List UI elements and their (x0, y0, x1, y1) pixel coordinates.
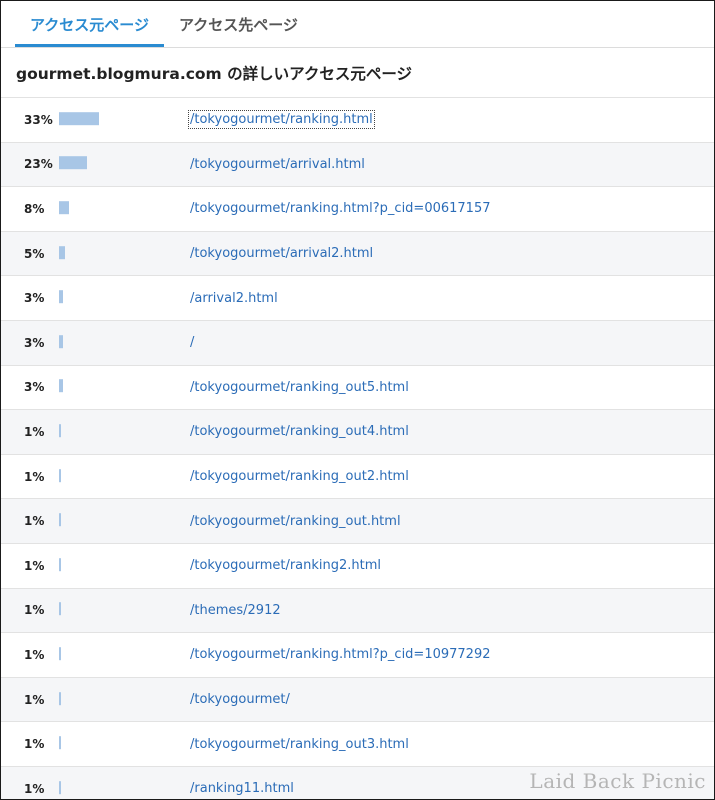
share-bar (59, 736, 61, 750)
share-bar (59, 245, 65, 259)
table-row: 1% /tokyogourmet/ranking.html?p_cid=10977… (1, 633, 714, 678)
referrer-path-link[interactable]: /tokyogourmet/ranking_out4.html (190, 424, 409, 439)
share-bar (59, 780, 61, 794)
referrer-path-link[interactable]: /tokyogourmet/ranking.html?p_cid=0061715… (190, 201, 491, 216)
share-bar (59, 334, 63, 348)
referrer-path-link[interactable]: /themes/2912 (190, 603, 281, 618)
referrer-path-link[interactable]: /tokyogourmet/arrival2.html (190, 246, 373, 261)
referrer-path-link[interactable]: /ranking11.html (190, 781, 294, 796)
table-row: 5% /tokyogourmet/arrival2.html (1, 231, 714, 277)
referrer-path-link[interactable]: / (190, 335, 194, 350)
table-row: 1% /tokyogourmet/ranking_out.html (1, 499, 714, 544)
share-bar (59, 602, 61, 616)
table-row: 3% /tokyogourmet/ranking_out5.html (1, 366, 714, 411)
share-bar (59, 201, 69, 215)
percent-label: 1% (24, 558, 45, 573)
referrer-path-link[interactable]: /arrival2.html (190, 291, 278, 306)
table-row: 8% /tokyogourmet/ranking.html?p_cid=00617… (1, 187, 714, 232)
tab-destination-pages[interactable]: アクセス先ページ (164, 1, 313, 47)
table-row: 1% /tokyogourmet/ranking2.html (1, 544, 714, 589)
section-title: gourmet.blogmura.com の詳しいアクセス元ページ (1, 48, 714, 98)
share-bar (59, 557, 61, 571)
referrer-panel: アクセス元ページ アクセス先ページ gourmet.blogmura.com の… (0, 0, 715, 800)
referrer-path-link[interactable]: /tokyogourmet/ (190, 692, 290, 707)
share-bar (59, 691, 61, 705)
table-row: 1% /tokyogourmet/ranking_out2.html (1, 455, 714, 500)
referrer-path-link[interactable]: /tokyogourmet/ranking_out2.html (190, 469, 409, 484)
table-row: 3% / (1, 320, 714, 366)
referrer-path-link[interactable]: /tokyogourmet/ranking.html (188, 110, 375, 130)
percent-label: 3% (24, 380, 45, 395)
share-bar (59, 156, 87, 170)
share-bar (59, 424, 61, 438)
percent-label: 1% (24, 781, 45, 796)
percent-label: 5% (24, 246, 45, 261)
percent-label: 1% (24, 692, 45, 707)
percent-label: 8% (24, 201, 45, 216)
percent-label: 3% (24, 291, 45, 306)
table-row: 3% /arrival2.html (1, 276, 714, 321)
share-bar (59, 468, 61, 482)
percent-label: 1% (24, 424, 45, 439)
table-row: 1% /tokyogourmet/ranking_out4.html (1, 410, 714, 455)
referrer-path-link[interactable]: /tokyogourmet/arrival.html (190, 157, 365, 172)
percent-label: 1% (24, 647, 45, 662)
referrer-path-link[interactable]: /tokyogourmet/ranking_out3.html (190, 737, 409, 752)
table-row: 1% /tokyogourmet/ranking_out3.html (1, 722, 714, 767)
percent-label: 1% (24, 737, 45, 752)
referrer-list: 33% /tokyogourmet/ranking.html 23% /tokyogo… (1, 98, 714, 799)
watermark: Laid Back Picnic (529, 769, 706, 793)
table-row: 1% /tokyogourmet/ (1, 677, 714, 723)
percent-label: 23% (24, 157, 53, 172)
percent-label: 33% (24, 112, 53, 127)
tab-referrer-pages[interactable]: アクセス元ページ (15, 1, 164, 47)
percent-label: 1% (24, 603, 45, 618)
table-row: 33% /tokyogourmet/ranking.html (1, 98, 714, 143)
percent-label: 1% (24, 469, 45, 484)
referrer-path-link[interactable]: /tokyogourmet/ranking.html?p_cid=1097729… (190, 647, 491, 662)
share-bar (59, 647, 61, 661)
percent-label: 1% (24, 514, 45, 529)
share-bar (59, 111, 99, 125)
table-row: 23% /tokyogourmet/arrival.html (1, 142, 714, 188)
tab-bar: アクセス元ページ アクセス先ページ (1, 1, 714, 48)
referrer-path-link[interactable]: /tokyogourmet/ranking_out5.html (190, 380, 409, 395)
share-bar (59, 290, 63, 304)
referrer-path-link[interactable]: /tokyogourmet/ranking2.html (190, 558, 381, 573)
share-bar (59, 513, 61, 527)
table-row: 1% /themes/2912 (1, 588, 714, 634)
referrer-path-link[interactable]: /tokyogourmet/ranking_out.html (190, 514, 401, 529)
share-bar (59, 379, 63, 393)
percent-label: 3% (24, 335, 45, 350)
